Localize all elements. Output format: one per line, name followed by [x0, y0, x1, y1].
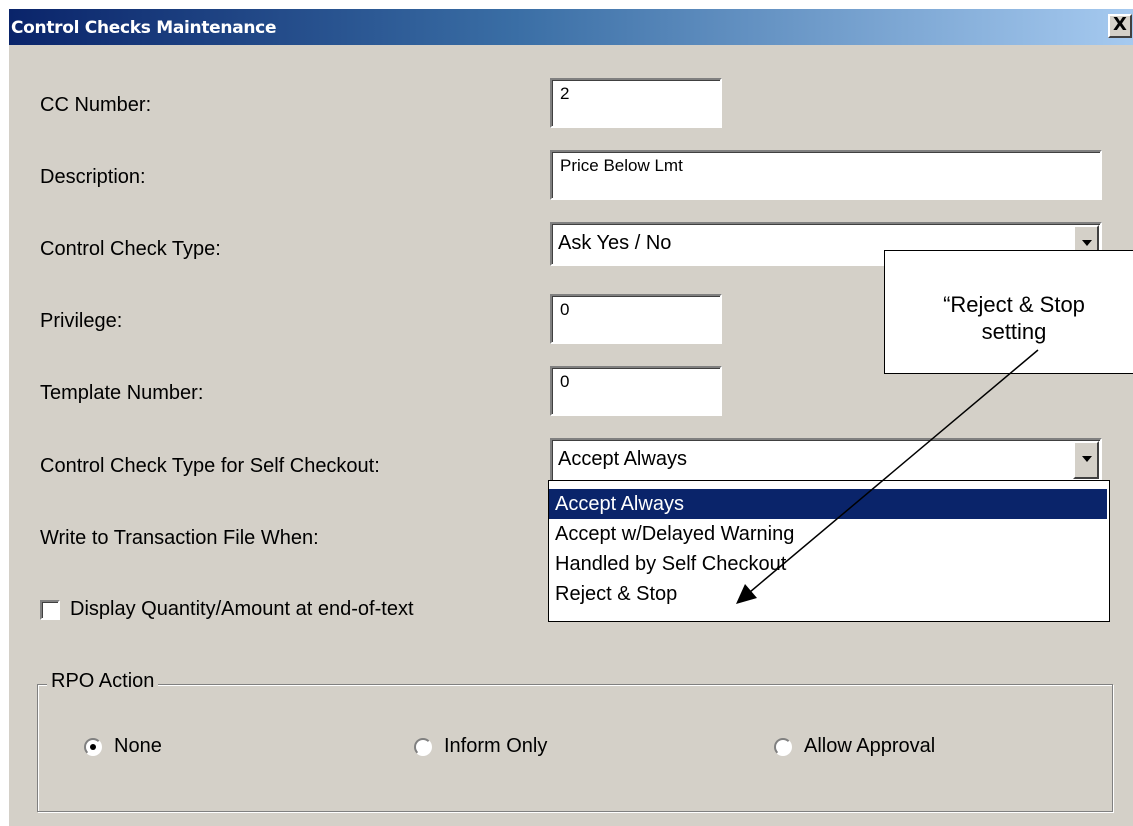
- template-number-label: Template Number:: [40, 382, 204, 404]
- privilege-label: Privilege:: [40, 310, 123, 332]
- cc-number-label: CC Number:: [40, 94, 152, 116]
- rpo-action-legend: RPO Action: [47, 670, 159, 693]
- chevron-down-icon: [1082, 240, 1092, 246]
- control-check-type-value: Ask Yes / No: [558, 232, 672, 254]
- close-button[interactable]: X: [1108, 14, 1132, 38]
- option-accept-always[interactable]: Accept Always: [549, 489, 1107, 519]
- radio-inform-only-label: Inform Only: [444, 735, 548, 757]
- self-checkout-type-select[interactable]: Accept Always: [550, 438, 1102, 482]
- display-quantity-checkbox[interactable]: [40, 600, 60, 620]
- template-number-field[interactable]: 0: [550, 366, 722, 416]
- self-checkout-type-value: Accept Always: [558, 448, 687, 470]
- annotation-line-2: setting: [981, 319, 1047, 344]
- close-icon: X: [1113, 14, 1127, 35]
- annotation-line-1: “Reject & Stop: [943, 292, 1085, 317]
- radio-none[interactable]: [84, 738, 102, 756]
- self-checkout-type-options[interactable]: Accept Always Accept w/Delayed Warning H…: [548, 480, 1110, 622]
- window-title: Control Checks Maintenance: [11, 18, 277, 38]
- radio-allow-approval[interactable]: [774, 738, 792, 756]
- cc-number-field[interactable]: 2: [550, 78, 722, 128]
- radio-allow-approval-label: Allow Approval: [804, 735, 936, 757]
- radio-none-label: None: [114, 735, 162, 757]
- display-quantity-label: Display Quantity/Amount at end-of-text: [70, 598, 414, 620]
- description-field[interactable]: Price Below Lmt: [550, 150, 1102, 200]
- privilege-field[interactable]: 0: [550, 294, 722, 344]
- option-reject-and-stop[interactable]: Reject & Stop: [549, 579, 1107, 609]
- chevron-down-icon: [1082, 456, 1092, 462]
- radio-selected-dot: [90, 744, 96, 750]
- radio-inform-only[interactable]: [414, 738, 432, 756]
- self-checkout-type-label: Control Check Type for Self Checkout:: [40, 455, 380, 477]
- self-checkout-type-dropdown-button[interactable]: [1073, 441, 1099, 479]
- annotation-callout: “Reject & Stop setting: [884, 250, 1133, 374]
- rpo-action-group: [37, 684, 1113, 812]
- description-label: Description:: [40, 166, 146, 188]
- title-bar[interactable]: Control Checks Maintenance X: [9, 9, 1133, 45]
- option-accept-delayed-warning[interactable]: Accept w/Delayed Warning: [549, 519, 1107, 549]
- write-to-transaction-label: Write to Transaction File When:: [40, 527, 319, 549]
- control-check-type-label: Control Check Type:: [40, 238, 221, 260]
- option-handled-by-self-checkout[interactable]: Handled by Self Checkout: [549, 549, 1107, 579]
